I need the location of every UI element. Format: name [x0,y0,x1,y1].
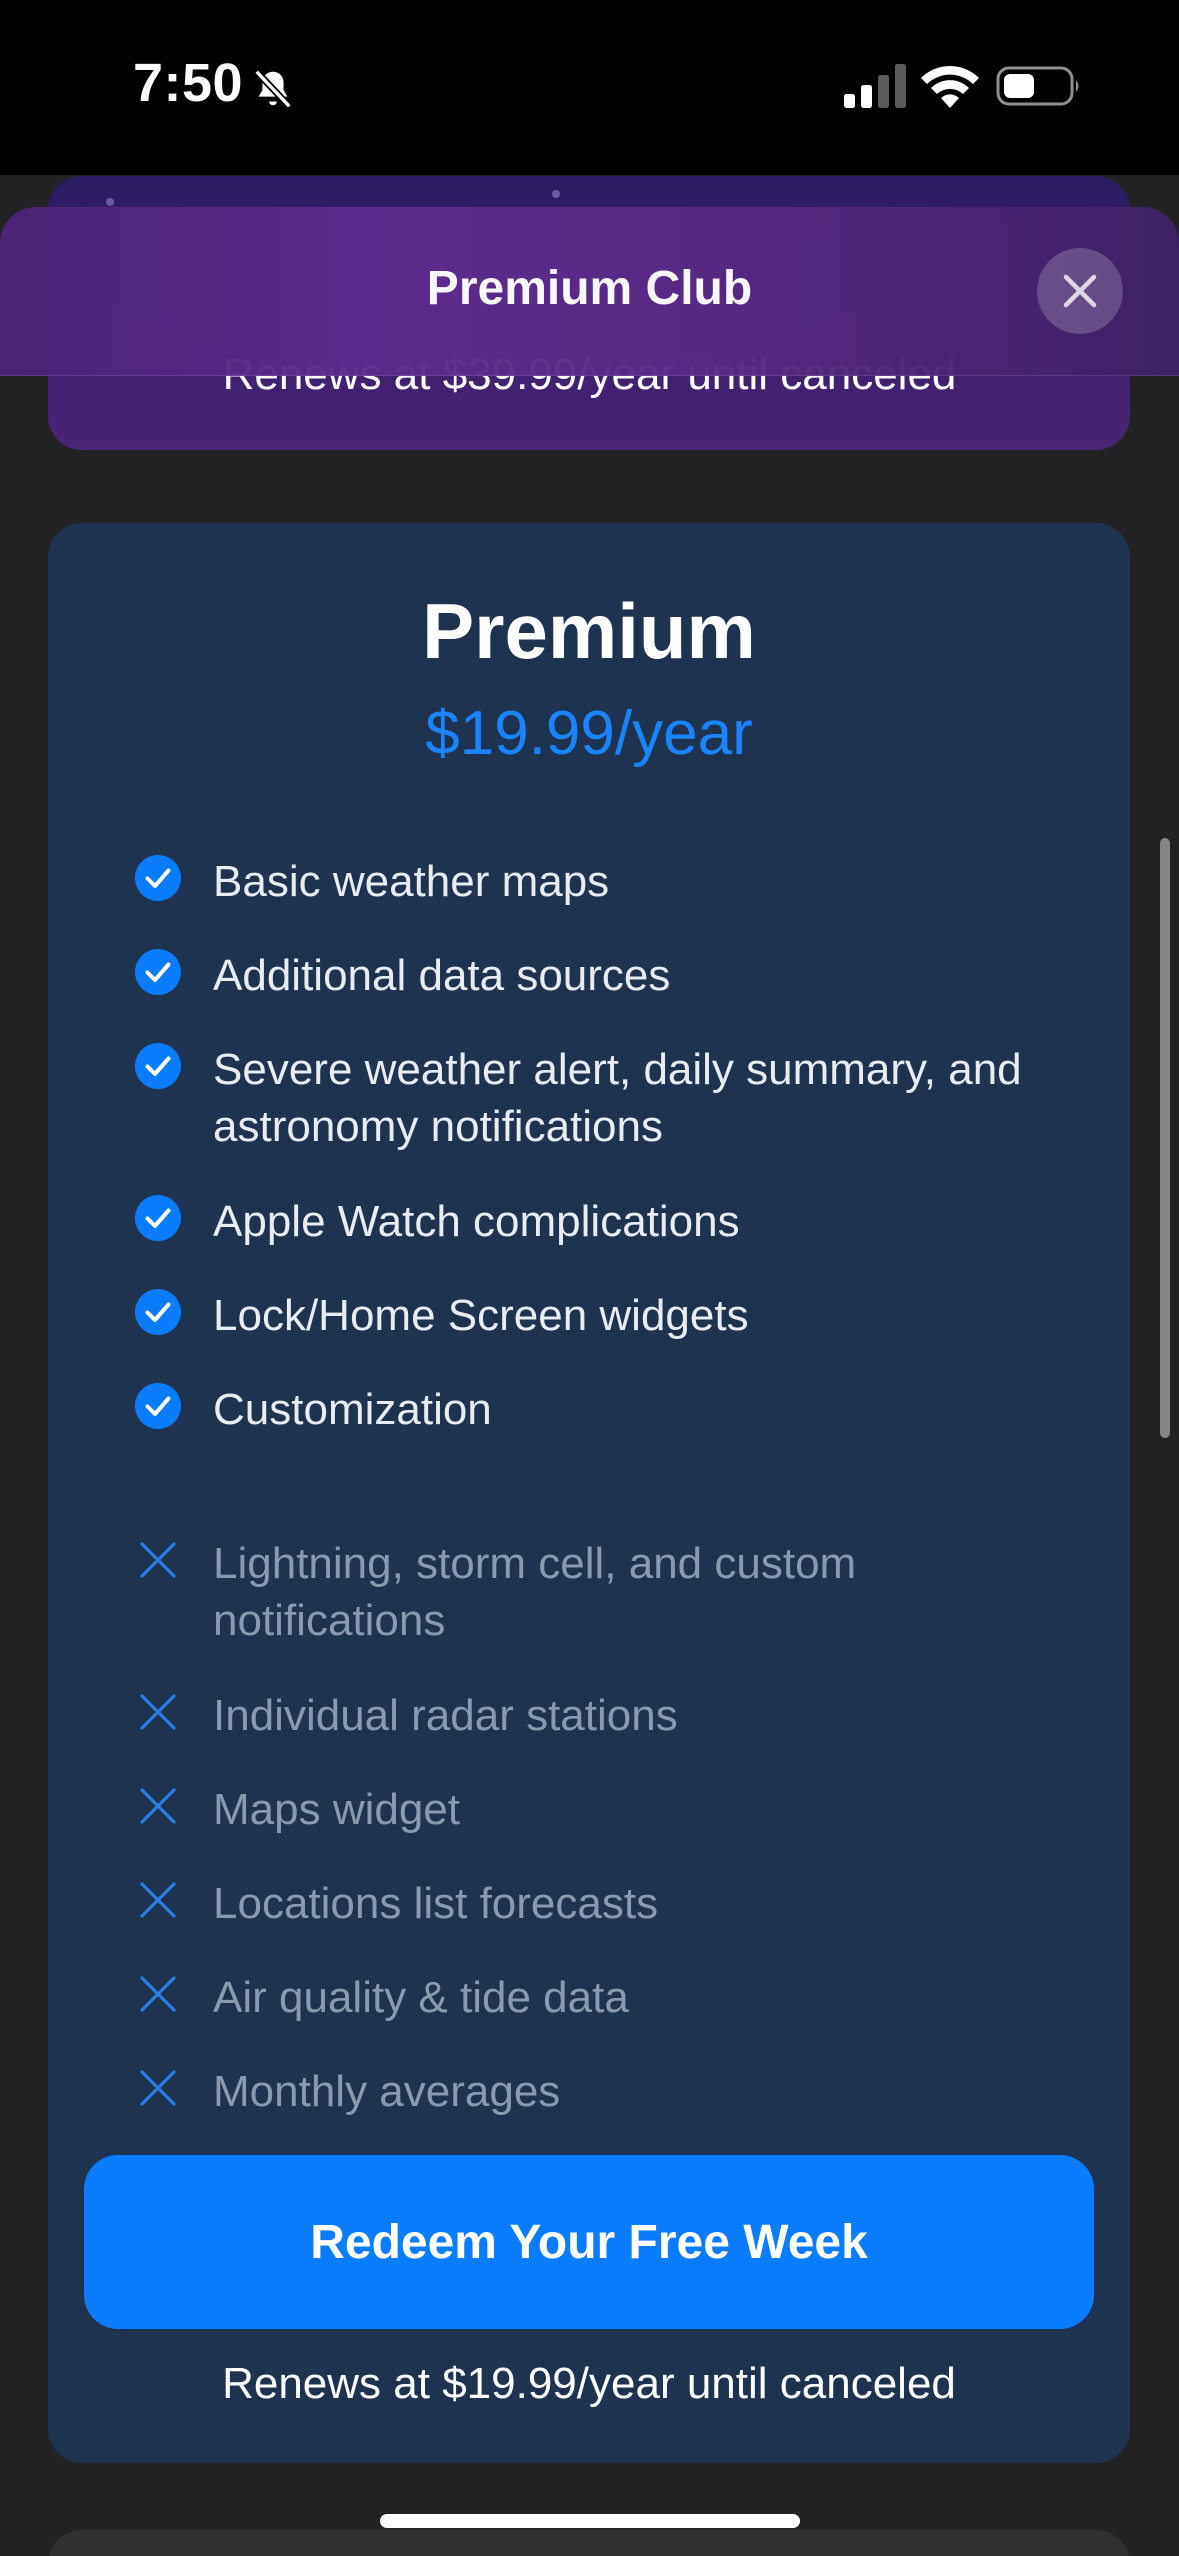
plan-price: $19.99/year [425,699,753,768]
decorative-star [106,198,114,206]
checkmark-circle-icon [135,1043,181,1089]
checkmark-circle-icon [135,949,181,995]
feature-label: Apple Watch complications [213,1197,740,1246]
feature-label: Additional data sources [213,951,671,1000]
x-mark-icon [140,1882,176,1918]
feature-label: Severe weather alert, daily summary, and… [213,1045,1022,1151]
x-mark-icon [140,1542,176,1578]
x-mark-icon [140,1788,176,1824]
status-time: 7:50 [133,53,244,113]
x-mark-icon [140,1976,176,2012]
checkmark-circle-icon [135,855,181,901]
feature-label: Air quality & tide data [213,1973,629,2022]
feature-label: Customization [213,1385,492,1434]
x-mark-icon [140,2070,176,2106]
sheet-title: Premium Club [426,262,753,315]
cellular-signal-icon [844,64,906,108]
bell-slash-icon [254,69,292,109]
feature-label: Monthly averages [213,2067,561,2116]
renew-note: Renews at $19.99/year until canceled [222,2359,956,2408]
redeem-free-week-button[interactable]: Redeem Your Free Week [84,2155,1094,2329]
plan-name: Premium [422,587,756,675]
feature-label: Lock/Home Screen widgets [213,1291,749,1340]
checkmark-circle-icon [135,1195,181,1241]
decorative-star [552,190,560,198]
status-bar: 7:50 [0,0,1179,175]
wifi-icon [921,65,979,108]
feature-label: Maps widget [213,1785,461,1834]
feature-label: Individual radar stations [213,1691,678,1740]
sheet-header: Premium Club [0,207,1179,376]
next-plan-card [48,2530,1130,2556]
x-mark-icon [140,1694,176,1730]
close-button[interactable] [1037,248,1123,334]
home-indicator [380,2514,800,2528]
checkmark-circle-icon [135,1383,181,1429]
feature-label: Basic weather maps [213,857,610,906]
close-icon [1063,274,1097,308]
feature-label: Locations list forecasts [213,1879,659,1928]
scroll-indicator[interactable] [1160,838,1170,1438]
battery-icon [996,66,1079,106]
premium-plan-card: Premium $19.99/year Basic weather maps Ad… [48,523,1130,2463]
checkmark-circle-icon [135,1289,181,1335]
app-screen: 7:50 Renews at $39.99/year until canc [0,0,1179,2556]
feature-label: Lightning, storm cell, and custom notifi… [213,1539,857,1645]
